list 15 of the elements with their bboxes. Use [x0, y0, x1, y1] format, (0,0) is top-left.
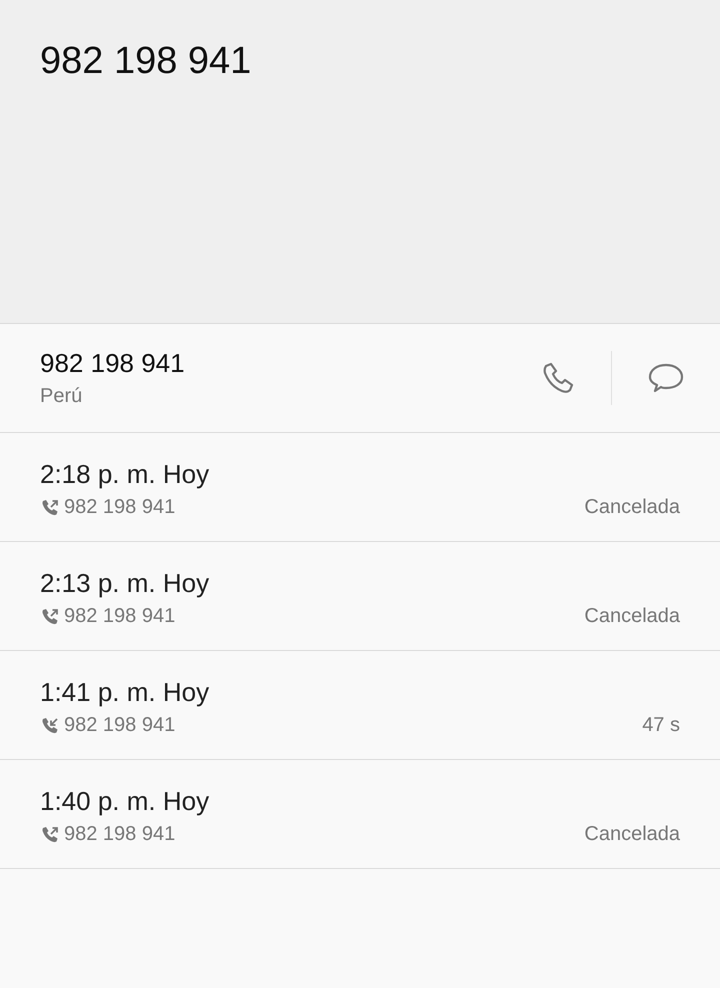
call-number: 982 198 941: [64, 823, 176, 846]
contact-location: Perú: [40, 385, 84, 408]
call-number: 982 198 941: [64, 714, 176, 737]
call-status: Cancelada: [584, 605, 680, 628]
call-number: 982 198 941: [64, 496, 176, 519]
call-status: Cancelada: [584, 496, 680, 519]
call-time: 1:41 p. m. Hoy: [40, 677, 210, 708]
contact-number: 982 198 941: [40, 348, 186, 379]
call-status: 47 s: [642, 714, 680, 737]
call-number: 982 198 941: [64, 605, 176, 628]
call-time: 2:13 p. m. Hoy: [40, 568, 210, 599]
call-status: Cancelada: [584, 823, 680, 846]
call-time: 1:40 p. m. Hoy: [40, 786, 210, 817]
header-title: 982 198 941: [40, 40, 252, 83]
call-time: 2:18 p. m. Hoy: [40, 459, 210, 490]
